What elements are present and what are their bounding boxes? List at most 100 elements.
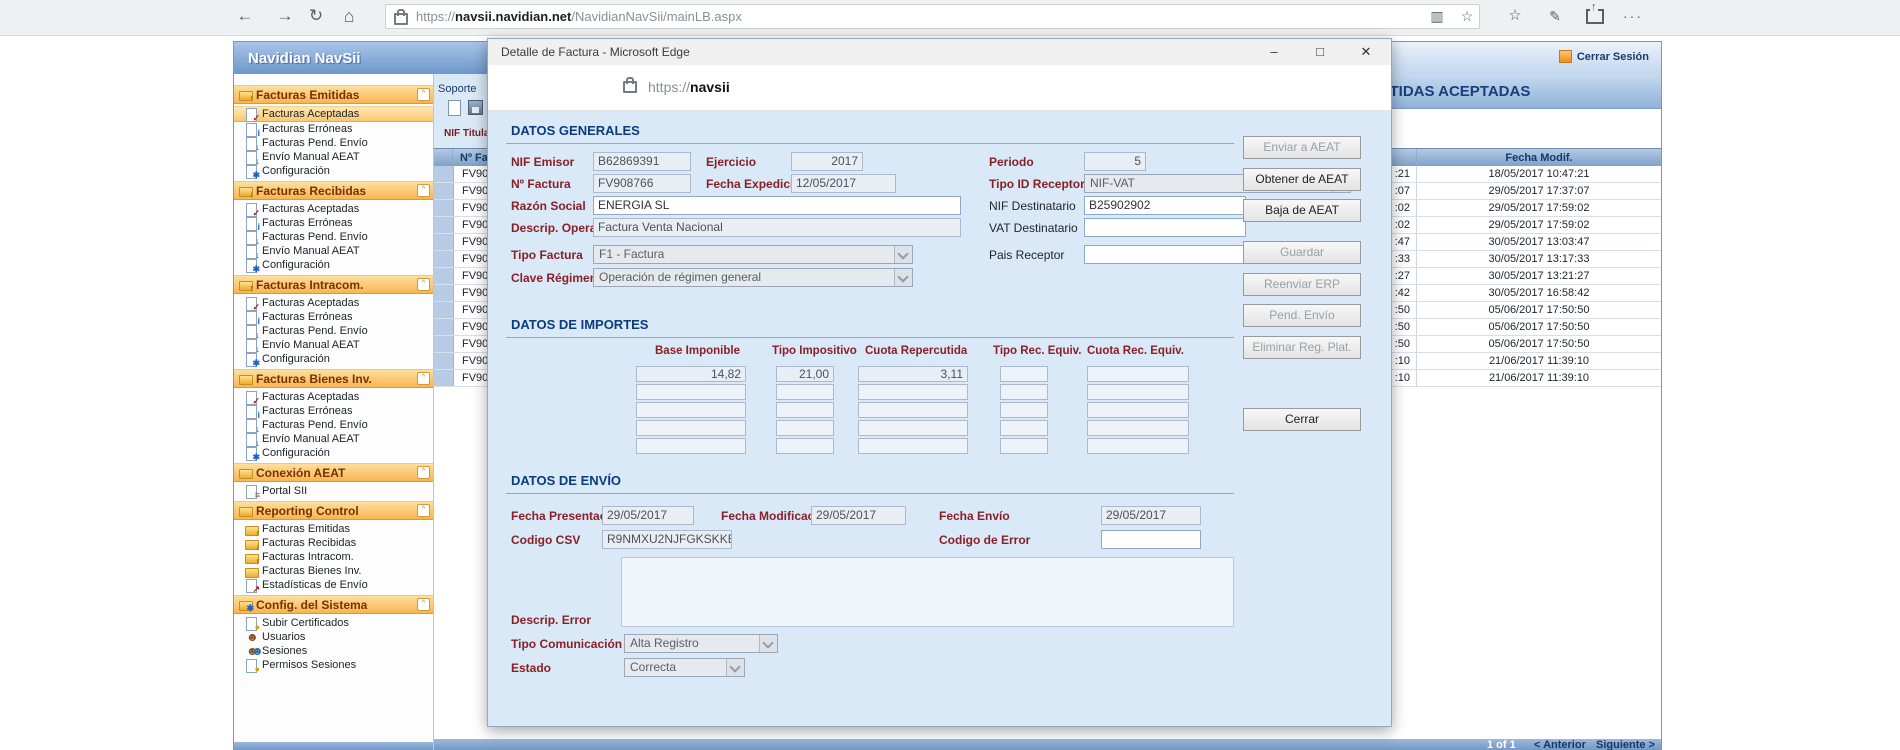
importe-cell[interactable]: 14,82	[636, 366, 746, 382]
codigo-csv-field[interactable]: R9NMXU2NJFGKSKKE	[602, 530, 732, 549]
sidebar-item[interactable]: ↓Envío Manual AEAT	[234, 338, 433, 352]
sidebar-item[interactable]: iFacturas Erróneas	[234, 404, 433, 418]
importe-cell[interactable]	[858, 420, 968, 436]
importe-cell[interactable]	[1000, 402, 1048, 418]
razon-social-field[interactable]: ENERGIA SL	[593, 196, 961, 215]
sidebar-item[interactable]: ✓Facturas Aceptadas	[234, 106, 433, 122]
sidebar-section-2[interactable]: ↑Facturas Intracom.^	[234, 275, 433, 294]
sidebar-item[interactable]: ↑Facturas Intracom.	[234, 550, 433, 564]
next-page-link[interactable]: Siguiente >	[1596, 739, 1655, 750]
pais-receptor-field[interactable]	[1084, 245, 1246, 264]
baja-de-aeat-button[interactable]: Baja de AEAT	[1243, 199, 1361, 222]
share-icon[interactable]	[1586, 9, 1604, 24]
collapse-chevron-icon[interactable]: ^	[417, 466, 430, 479]
sidebar-item[interactable]: iFacturas Erróneas	[234, 310, 433, 324]
importe-cell[interactable]	[1087, 420, 1189, 436]
sidebar-section-4[interactable]: Conexión AEAT^	[234, 463, 433, 482]
descrip-error-textarea[interactable]	[621, 557, 1234, 627]
sidebar-item[interactable]: Sesiones	[234, 644, 433, 658]
sidebar-item[interactable]: ●Permisos Sesiones	[234, 658, 433, 672]
sidebar-item[interactable]: ✱Configuración	[234, 446, 433, 460]
sidebar-item[interactable]: ↓Envío Manual AEAT	[234, 150, 433, 164]
sidebar-item[interactable]: ✱Configuración	[234, 352, 433, 366]
tipo-comunicacion-select[interactable]: Alta Registro	[624, 634, 778, 653]
importe-cell[interactable]	[636, 384, 746, 400]
sidebar-item[interactable]: ●Subir Certificados	[234, 616, 433, 630]
sidebar-item[interactable]: ↓Facturas Pend. Envío	[234, 418, 433, 432]
collapse-chevron-icon[interactable]: ^	[417, 372, 430, 385]
num-factura-field[interactable]: FV908766	[593, 174, 691, 193]
collapse-chevron-icon[interactable]: ^	[417, 88, 430, 101]
new-document-icon[interactable]	[448, 100, 461, 116]
estado-select[interactable]: Correcta	[624, 658, 745, 677]
codigo-error-field[interactable]	[1101, 530, 1201, 549]
sidebar-item[interactable]: ✓Facturas Aceptadas	[234, 202, 433, 216]
maximize-icon[interactable]: □	[1309, 43, 1331, 61]
importe-cell[interactable]	[1087, 384, 1189, 400]
collapse-chevron-icon[interactable]: ^	[417, 278, 430, 291]
tipo-factura-select[interactable]: F1 - Factura	[593, 245, 913, 264]
sidebar-section-6[interactable]: ✱Config. del Sistema^	[234, 595, 433, 614]
importe-cell[interactable]	[1000, 384, 1048, 400]
importe-cell[interactable]	[776, 438, 834, 454]
close-icon[interactable]: ✕	[1355, 43, 1377, 61]
importe-cell[interactable]	[776, 402, 834, 418]
importe-cell[interactable]	[858, 384, 968, 400]
sidebar-item[interactable]: ↓Facturas Pend. Envío	[234, 230, 433, 244]
fecha-expedicion-field[interactable]: 12/05/2017	[791, 174, 896, 193]
sidebar-section-0[interactable]: ↑Facturas Emitidas^	[234, 85, 433, 104]
importe-cell[interactable]	[1000, 366, 1048, 382]
ejercicio-field[interactable]: 2017	[791, 152, 863, 171]
importe-cell[interactable]	[858, 438, 968, 454]
periodo-field[interactable]: 5	[1084, 152, 1146, 171]
importe-cell[interactable]	[858, 402, 968, 418]
importe-cell[interactable]	[1087, 402, 1189, 418]
importe-cell[interactable]	[1087, 438, 1189, 454]
importe-cell[interactable]	[636, 420, 746, 436]
sidebar-item[interactable]: ✓Facturas Aceptadas	[234, 296, 433, 310]
refresh-icon[interactable]: ↻	[303, 3, 329, 29]
more-icon[interactable]: ···	[1622, 6, 1644, 26]
importe-cell[interactable]	[636, 402, 746, 418]
sidebar-section-5[interactable]: Reporting Control^	[234, 501, 433, 520]
sidebar-item[interactable]: Facturas Bienes Inv.	[234, 564, 433, 578]
vat-destinatario-field[interactable]	[1084, 218, 1246, 237]
sidebar-section-1[interactable]: ↓Facturas Recibidas^	[234, 181, 433, 200]
hub-icon[interactable]: ☆	[1504, 6, 1526, 26]
menu-soporte[interactable]: Soporte	[438, 83, 477, 95]
sidebar-item[interactable]: ↓Facturas Pend. Envío	[234, 136, 433, 150]
logout-button[interactable]: Cerrar Sesión	[1559, 50, 1649, 63]
importe-cell[interactable]: 3,11	[858, 366, 968, 382]
collapse-chevron-icon[interactable]: ^	[417, 598, 430, 611]
sidebar-item[interactable]: ↓Envío Manual AEAT	[234, 432, 433, 446]
minimize-icon[interactable]: –	[1263, 43, 1285, 61]
sidebar-item[interactable]: ↑Facturas Emitidas	[234, 522, 433, 536]
home-icon[interactable]: ⌂	[336, 3, 362, 29]
importe-cell[interactable]	[776, 420, 834, 436]
importe-cell[interactable]	[776, 384, 834, 400]
sidebar-item[interactable]: ↓Facturas Recibidas	[234, 536, 433, 550]
nif-destinatario-field[interactable]: B25902902	[1084, 196, 1246, 215]
sidebar-item[interactable]: ↓Facturas Pend. Envío	[234, 324, 433, 338]
obtener-de-aeat-button[interactable]: Obtener de AEAT	[1243, 168, 1361, 191]
fecha-modif-column-header[interactable]: Fecha Modif.	[1417, 149, 1661, 167]
back-icon[interactable]: ←	[232, 3, 258, 29]
sidebar-item[interactable]: Usuarios	[234, 630, 433, 644]
sidebar-item[interactable]: ✱Configuración	[234, 258, 433, 272]
sidebar-item[interactable]: ✓Facturas Aceptadas	[234, 390, 433, 404]
importe-cell[interactable]	[1000, 420, 1048, 436]
prev-page-link[interactable]: < Anterior	[1534, 739, 1586, 750]
importe-cell[interactable]: 21,00	[776, 366, 834, 382]
sidebar-section-3[interactable]: Facturas Bienes Inv.^	[234, 369, 433, 388]
fecha-presentacion-field[interactable]: 29/05/2017	[602, 506, 694, 525]
nif-emisor-field[interactable]: B62869391	[593, 152, 691, 171]
sidebar-item[interactable]: ≡Portal SII	[234, 484, 433, 498]
importe-cell[interactable]	[636, 438, 746, 454]
web-note-icon[interactable]: ✎	[1544, 6, 1566, 26]
importe-cell[interactable]	[1000, 438, 1048, 454]
sidebar-item[interactable]: iFacturas Erróneas	[234, 216, 433, 230]
favorite-star-icon[interactable]: ☆	[1456, 6, 1478, 26]
collapse-chevron-icon[interactable]: ^	[417, 504, 430, 517]
collapse-chevron-icon[interactable]: ^	[417, 184, 430, 197]
sidebar-item[interactable]: ↓Envío Manual AEAT	[234, 244, 433, 258]
